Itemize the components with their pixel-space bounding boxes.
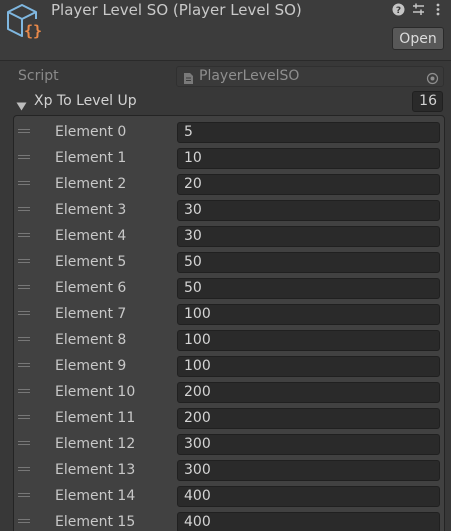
xp-element-list: Element 0 5 Element 1 10 Element 2 20 Element …: [13, 115, 445, 531]
list-item: Element 4 30: [14, 225, 446, 251]
element-value-field[interactable]: 100: [177, 330, 440, 351]
drag-handle-icon[interactable]: [18, 389, 30, 395]
drag-handle-icon[interactable]: [18, 311, 30, 317]
drag-handle-icon[interactable]: [18, 415, 30, 421]
element-label: Element 10: [55, 384, 136, 400]
list-item: Element 8 100: [14, 329, 446, 355]
list-item: Element 5 50: [14, 251, 446, 277]
kebab-menu-icon[interactable]: [431, 2, 445, 16]
element-label: Element 3: [55, 202, 127, 218]
svg-text:{}: {}: [24, 22, 42, 40]
element-label: Element 4: [55, 228, 127, 244]
scriptable-object-icon: {}: [4, 3, 46, 43]
element-label: Element 7: [55, 306, 127, 322]
list-item: Element 7 100: [14, 303, 446, 329]
drag-handle-icon[interactable]: [18, 285, 30, 291]
drag-handle-icon[interactable]: [18, 129, 30, 135]
header-toolbar: ?: [391, 2, 445, 16]
drag-handle-icon[interactable]: [18, 181, 30, 187]
element-value-field[interactable]: 300: [177, 460, 440, 481]
element-value-field[interactable]: 400: [177, 512, 440, 531]
element-label: Element 2: [55, 176, 127, 192]
list-item: Element 15 400: [14, 511, 446, 531]
drag-handle-icon[interactable]: [18, 233, 30, 239]
drag-handle-icon[interactable]: [18, 259, 30, 265]
inspector-title: Player Level SO (Player Level SO): [51, 1, 302, 19]
drag-handle-icon[interactable]: [18, 337, 30, 343]
element-value-field[interactable]: 400: [177, 486, 440, 507]
element-value-field[interactable]: 300: [177, 434, 440, 455]
element-value-field[interactable]: 5: [177, 122, 440, 143]
list-item: Element 2 20: [14, 173, 446, 199]
element-value-field[interactable]: 100: [177, 356, 440, 377]
element-label: Element 6: [55, 280, 127, 296]
script-label: Script: [18, 68, 59, 84]
list-item: Element 3 30: [14, 199, 446, 225]
element-value-field[interactable]: 200: [177, 382, 440, 403]
list-item: Element 10 200: [14, 381, 446, 407]
list-item: Element 6 50: [14, 277, 446, 303]
inspector-panel: {} Player Level SO (Player Level SO) ? O…: [0, 0, 451, 531]
object-picker-icon[interactable]: [426, 70, 439, 89]
drag-handle-icon[interactable]: [18, 207, 30, 213]
script-object-field[interactable]: PlayerLevelSO: [176, 66, 444, 87]
drag-handle-icon[interactable]: [18, 155, 30, 161]
element-value-field[interactable]: 50: [177, 252, 440, 273]
svg-text:?: ?: [395, 6, 400, 16]
element-value-field[interactable]: 30: [177, 226, 440, 247]
script-value: PlayerLevelSO: [199, 68, 300, 84]
list-item: Element 1 10: [14, 147, 446, 173]
list-item: Element 12 300: [14, 433, 446, 459]
help-icon[interactable]: ?: [391, 2, 405, 16]
element-value-field[interactable]: 30: [177, 200, 440, 221]
open-button[interactable]: Open: [392, 27, 444, 50]
element-value-field[interactable]: 100: [177, 304, 440, 325]
drag-handle-icon[interactable]: [18, 363, 30, 369]
drag-handle-icon[interactable]: [18, 441, 30, 447]
element-label: Element 12: [55, 436, 136, 452]
element-label: Element 1: [55, 150, 127, 166]
header-divider: [0, 60, 451, 61]
element-value-field[interactable]: 10: [177, 148, 440, 169]
element-label: Element 11: [55, 410, 136, 426]
element-label: Element 9: [55, 358, 127, 374]
list-item: Element 14 400: [14, 485, 446, 511]
drag-handle-icon[interactable]: [18, 493, 30, 499]
element-value-field[interactable]: 200: [177, 408, 440, 429]
xp-to-level-up-label[interactable]: Xp To Level Up: [34, 93, 137, 109]
list-item: Element 0 5: [14, 121, 446, 147]
element-label: Element 13: [55, 462, 136, 478]
array-size-field[interactable]: 16: [412, 91, 443, 112]
element-value-field[interactable]: 20: [177, 174, 440, 195]
element-label: Element 5: [55, 254, 127, 270]
drag-handle-icon[interactable]: [18, 467, 30, 473]
element-value-field[interactable]: 50: [177, 278, 440, 299]
element-label: Element 8: [55, 332, 127, 348]
foldout-arrow-icon[interactable]: [16, 96, 27, 115]
drag-handle-icon[interactable]: [18, 519, 30, 525]
list-item: Element 13 300: [14, 459, 446, 485]
preset-settings-icon[interactable]: [411, 2, 425, 16]
script-file-icon: [183, 70, 194, 89]
list-item: Element 9 100: [14, 355, 446, 381]
element-label: Element 15: [55, 514, 136, 530]
inspector-header: {} Player Level SO (Player Level SO) ? O…: [0, 0, 451, 60]
element-label: Element 0: [55, 124, 127, 140]
element-label: Element 14: [55, 488, 136, 504]
list-item: Element 11 200: [14, 407, 446, 433]
